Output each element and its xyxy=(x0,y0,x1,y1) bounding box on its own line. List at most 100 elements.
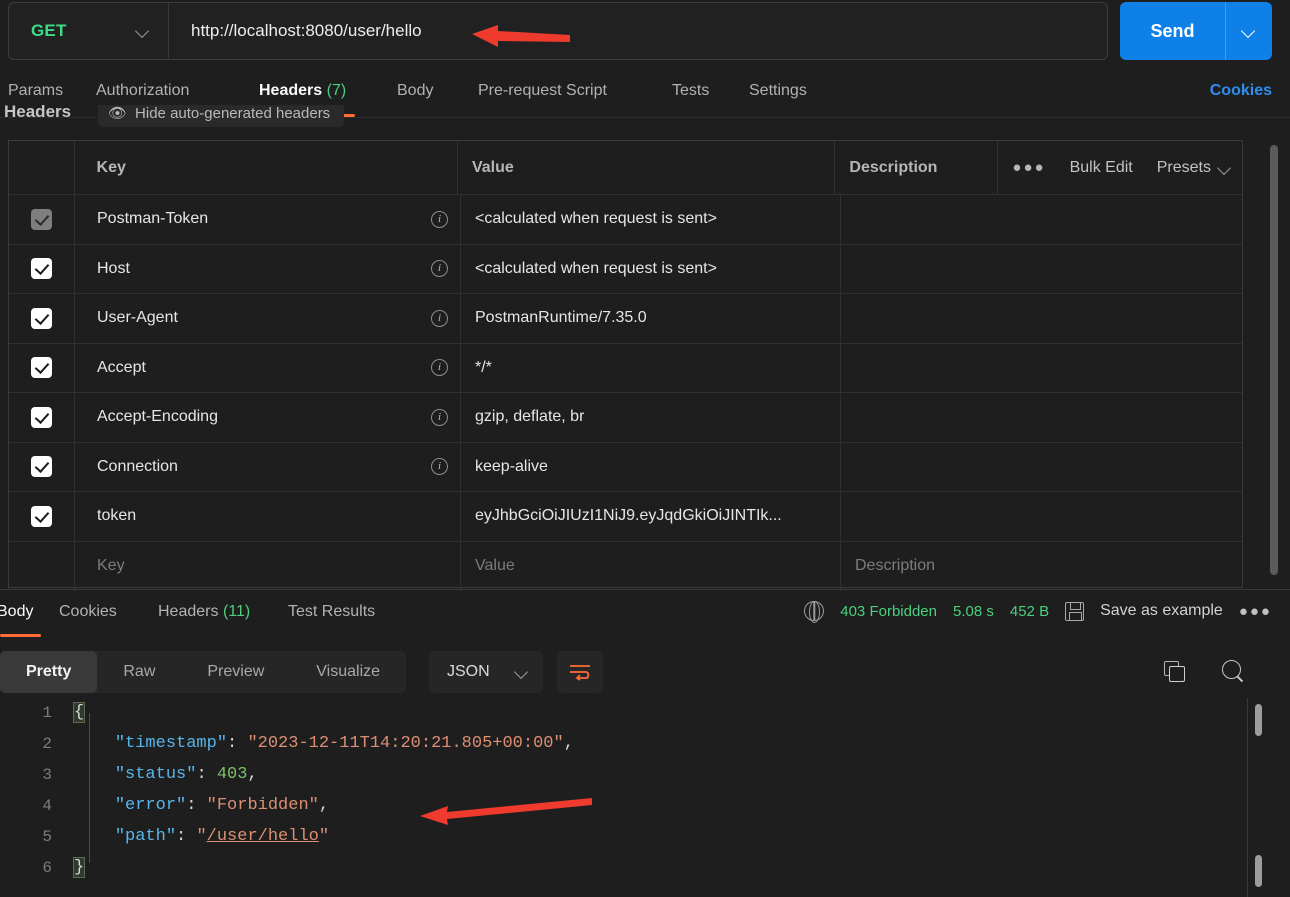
tab-body[interactable]: Body xyxy=(397,82,433,100)
tab-authorization[interactable]: Authorization xyxy=(96,82,189,100)
column-header-value: Value xyxy=(458,141,836,194)
row-checkbox-cell[interactable] xyxy=(9,541,75,591)
http-method-selector[interactable]: GET xyxy=(9,3,169,59)
row-description-cell[interactable] xyxy=(841,492,1242,541)
table-row[interactable]: User-Agent i PostmanRuntime/7.35.0 xyxy=(9,294,1242,344)
info-icon[interactable]: i xyxy=(431,309,448,327)
new-value-input[interactable]: Value xyxy=(461,541,841,591)
new-description-placeholder: Description xyxy=(855,557,936,575)
send-options-button[interactable] xyxy=(1226,24,1272,38)
presets-button[interactable]: Presets xyxy=(1157,159,1232,177)
new-value-placeholder: Value xyxy=(475,557,515,575)
row-checkbox[interactable] xyxy=(31,357,52,379)
new-header-row[interactable]: Key Value Description xyxy=(9,541,1242,592)
headers-table-scrollbar[interactable] xyxy=(1270,145,1278,575)
row-key-cell[interactable]: Postman-Token i xyxy=(75,195,461,244)
save-as-example-button[interactable]: Save as example xyxy=(1100,602,1223,620)
view-tab-pretty[interactable]: Pretty xyxy=(0,651,98,693)
row-value-cell[interactable]: eyJhbGciOiJIUzI1NiJ9.eyJqdGkiOiJINTIk... xyxy=(461,492,841,541)
row-value-cell[interactable]: gzip, deflate, br xyxy=(461,393,841,442)
row-value-cell[interactable]: keep-alive xyxy=(461,442,841,491)
info-icon[interactable]: i xyxy=(431,408,448,426)
row-checkbox[interactable] xyxy=(31,258,52,280)
row-description-cell[interactable] xyxy=(841,443,1242,492)
json-key: "path" xyxy=(114,827,177,846)
row-checkbox-cell[interactable] xyxy=(9,393,75,442)
table-row[interactable]: Accept-Encoding i gzip, deflate, br xyxy=(9,393,1242,443)
response-tab-headers[interactable]: Headers (11) xyxy=(158,603,250,621)
column-header-key-label: Key xyxy=(96,158,126,176)
tab-label: Headers xyxy=(158,603,219,620)
presets-label: Presets xyxy=(1156,158,1211,176)
new-description-input[interactable]: Description xyxy=(841,542,1242,592)
row-value-cell[interactable]: */* xyxy=(461,343,841,392)
word-wrap-button[interactable] xyxy=(557,651,603,693)
view-tab-visualize[interactable]: Visualize xyxy=(290,651,406,693)
info-icon[interactable]: i xyxy=(431,359,448,377)
row-value-cell[interactable]: <calculated when request is sent> xyxy=(461,244,841,293)
url-input[interactable]: http://localhost:8080/user/hello xyxy=(169,21,422,41)
response-tab-test-results[interactable]: Test Results xyxy=(288,603,375,621)
row-checkbox[interactable] xyxy=(31,406,52,428)
ellipsis-icon[interactable]: ●●● xyxy=(1239,603,1272,620)
table-row[interactable]: Host i <calculated when request is sent> xyxy=(9,244,1242,294)
info-icon[interactable]: i xyxy=(431,210,448,228)
select-all-cell[interactable] xyxy=(9,141,75,194)
ellipsis-icon[interactable]: ●●● xyxy=(1012,159,1045,176)
response-tab-cookies[interactable]: Cookies xyxy=(59,603,117,621)
line-number: 1 xyxy=(42,703,52,722)
row-checkbox-cell[interactable] xyxy=(9,343,75,392)
tab-params[interactable]: Params xyxy=(8,82,63,100)
row-value-cell[interactable]: PostmanRuntime/7.35.0 xyxy=(461,294,841,343)
table-row[interactable]: Postman-Token i <calculated when request… xyxy=(9,195,1242,245)
table-row[interactable]: token eyJhbGciOiJIUzI1NiJ9.eyJqdGkiOiJIN… xyxy=(9,492,1242,542)
table-row[interactable]: Connection i keep-alive xyxy=(9,442,1242,492)
response-format-select[interactable]: JSON xyxy=(429,651,543,693)
json-value-link[interactable]: /user/hello xyxy=(207,827,319,846)
row-checkbox[interactable] xyxy=(31,307,52,329)
row-description-cell[interactable] xyxy=(841,245,1242,294)
row-value-cell[interactable]: <calculated when request is sent> xyxy=(461,195,841,244)
row-key-cell[interactable]: Accept-Encoding i xyxy=(75,393,461,442)
search-icon[interactable] xyxy=(1222,660,1246,684)
row-key-cell[interactable]: Connection i xyxy=(75,442,461,491)
row-description-cell[interactable] xyxy=(841,344,1242,393)
view-tab-raw[interactable]: Raw xyxy=(97,651,181,693)
hide-auto-generated-headers-button[interactable]: 👁 Hide auto-generated headers xyxy=(98,105,345,127)
line-number: 5 xyxy=(42,827,52,846)
row-checkbox-cell[interactable] xyxy=(9,492,75,541)
row-description-cell[interactable] xyxy=(841,195,1242,244)
row-key-cell[interactable]: token xyxy=(75,492,461,541)
row-checkbox[interactable] xyxy=(31,208,52,230)
response-body-scrollbar[interactable] xyxy=(1255,704,1262,736)
row-description-cell[interactable] xyxy=(841,393,1242,442)
row-description-cell[interactable] xyxy=(841,294,1242,343)
row-checkbox-cell[interactable] xyxy=(9,244,75,293)
table-row[interactable]: Accept i */* xyxy=(9,343,1242,393)
tab-label: Authorization xyxy=(96,82,190,99)
json-value: "Forbidden" xyxy=(206,796,319,815)
response-tab-body[interactable]: Body xyxy=(0,603,33,621)
tab-tests[interactable]: Tests xyxy=(672,82,709,100)
row-checkbox[interactable] xyxy=(31,456,52,478)
info-icon[interactable]: i xyxy=(431,458,448,476)
row-checkbox-cell[interactable] xyxy=(9,294,75,343)
copy-icon[interactable] xyxy=(1164,661,1185,682)
tab-settings[interactable]: Settings xyxy=(749,82,807,100)
row-checkbox-cell[interactable] xyxy=(9,442,75,491)
send-button[interactable]: Send xyxy=(1120,2,1272,60)
row-key-cell[interactable]: Host i xyxy=(75,244,461,293)
row-checkbox[interactable] xyxy=(31,505,52,527)
row-key-cell[interactable]: User-Agent i xyxy=(75,294,461,343)
tab-pre-request-script[interactable]: Pre-request Script xyxy=(478,82,607,100)
response-body-code[interactable]: 1 { 2 "timestamp": "2023-12-11T14:20:21.… xyxy=(0,697,1290,897)
row-key-cell[interactable]: Accept i xyxy=(75,343,461,392)
cookies-link[interactable]: Cookies xyxy=(1210,82,1272,100)
row-checkbox-cell[interactable] xyxy=(9,195,75,244)
new-key-input[interactable]: Key xyxy=(75,541,461,591)
response-body-scrollbar-bottom[interactable] xyxy=(1255,855,1262,887)
tab-headers[interactable]: Headers (7) xyxy=(259,82,346,100)
bulk-edit-button[interactable]: Bulk Edit xyxy=(1070,159,1133,177)
view-tab-preview[interactable]: Preview xyxy=(181,651,290,693)
info-icon[interactable]: i xyxy=(431,260,448,278)
